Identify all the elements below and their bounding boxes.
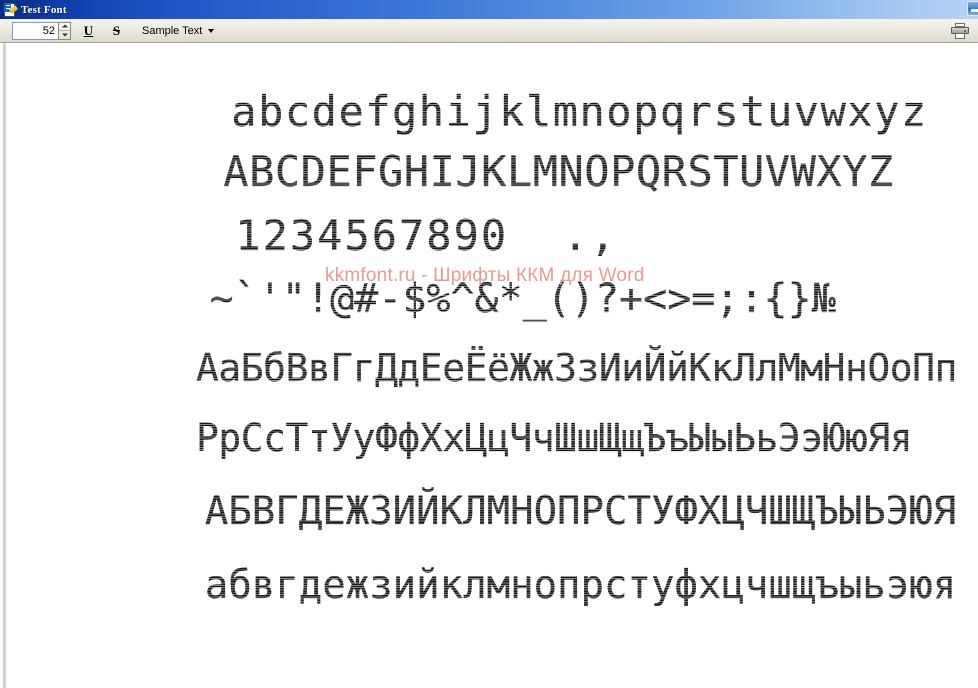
spinner-down-icon[interactable]: [59, 31, 70, 39]
test-font-window: Test Font U S Sample Text: [0, 0, 978, 688]
font-sample-canvas[interactable]: abcdefghijklmnopqrstuvwxyz ABCDEFGHIJKLM…: [7, 43, 972, 688]
font-size-spinner[interactable]: [58, 21, 71, 40]
minimize-button[interactable]: [967, 1, 978, 16]
printer-icon: [951, 23, 969, 39]
minimize-icon: [971, 9, 978, 12]
content-area: abcdefghijklmnopqrstuvwxyz ABCDEFGHIJKLM…: [0, 43, 978, 688]
underline-label: U: [83, 22, 94, 38]
toolbar: U S Sample Text: [0, 19, 978, 43]
print-button[interactable]: [950, 21, 970, 41]
sample-line-cyrillic-lowercase: абвгдежзийклмнопрстуфхцчшщъыьэюя: [204, 563, 957, 608]
right-margin: [972, 43, 978, 688]
window-controls: [967, 1, 978, 16]
font-size-input[interactable]: [12, 21, 58, 40]
strikethrough-label: S: [112, 22, 121, 38]
window-title: Test Font: [21, 3, 67, 16]
sample-text-label: Sample Text: [142, 24, 203, 37]
caret-down-icon: [208, 28, 215, 33]
font-size-stepper[interactable]: [12, 21, 71, 40]
strikethrough-button[interactable]: S: [106, 21, 127, 41]
spinner-up-icon[interactable]: [59, 23, 70, 31]
sample-text-dropdown[interactable]: Sample Text: [137, 20, 219, 42]
font-document-icon: [3, 2, 17, 17]
title-bar: Test Font: [0, 0, 978, 19]
underline-button[interactable]: U: [78, 21, 99, 41]
left-margin-rule: [0, 43, 7, 688]
